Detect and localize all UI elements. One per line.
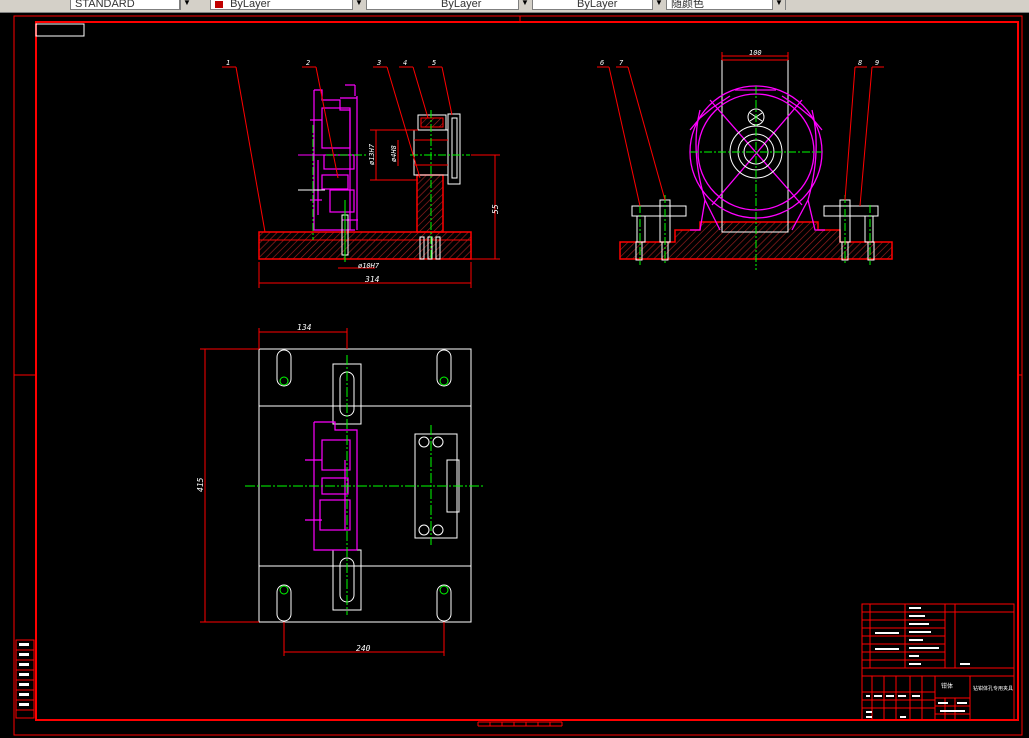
dim-plan-height: 415 xyxy=(196,477,205,492)
left-side-table xyxy=(15,639,35,719)
dim-side-top: 100 xyxy=(749,49,762,57)
front-view: 314 55 ø10H7 ø13H7 ø4H8 1 2 3 4 5 xyxy=(222,59,500,288)
dim-plan-bottom: 240 xyxy=(356,644,371,653)
workpiece-side xyxy=(689,85,825,231)
balloon-3: 3 xyxy=(376,59,381,67)
drawing-canvas[interactable]: 314 55 ø10H7 ø13H7 ø4H8 1 2 3 4 5 100 6 … xyxy=(0,0,1029,738)
base-plate xyxy=(258,231,472,260)
title-block: 钳体 钻钳体孔专用夹具 xyxy=(861,603,1015,721)
plan-centerlines xyxy=(245,355,485,615)
front-dimensions xyxy=(258,129,500,288)
balloon-4: 4 xyxy=(403,59,407,67)
balloon-2: 2 xyxy=(306,59,310,67)
dim-pin-a: ø13H7 xyxy=(368,143,376,165)
balloon-5: 5 xyxy=(432,59,436,67)
balloon-9: 9 xyxy=(875,59,879,67)
dim-plan-top: 134 xyxy=(297,323,312,332)
dim-front-width: 314 xyxy=(364,275,380,284)
support-block xyxy=(416,174,444,233)
balloon-7: 7 xyxy=(619,59,624,67)
inner-border xyxy=(35,21,1019,721)
dim-front-height: 55 xyxy=(491,204,500,214)
balloon-1: 1 xyxy=(226,59,230,67)
dim-pin-b: ø4H8 xyxy=(390,145,398,162)
side-view: 100 6 7 8 9 xyxy=(597,49,893,270)
outer-border xyxy=(13,15,1023,736)
dim-bore-small: ø10H7 xyxy=(358,262,380,270)
balloon-8: 8 xyxy=(858,59,862,67)
drawing-number-box xyxy=(35,23,85,37)
plan-view: 134 415 240 xyxy=(196,323,485,656)
title-drawing-title: 钻钳体孔专用夹具 xyxy=(973,685,1013,692)
title-project-name: 钳体 xyxy=(941,682,953,690)
balloon-6: 6 xyxy=(600,59,604,67)
bottom-ruler xyxy=(477,721,563,727)
